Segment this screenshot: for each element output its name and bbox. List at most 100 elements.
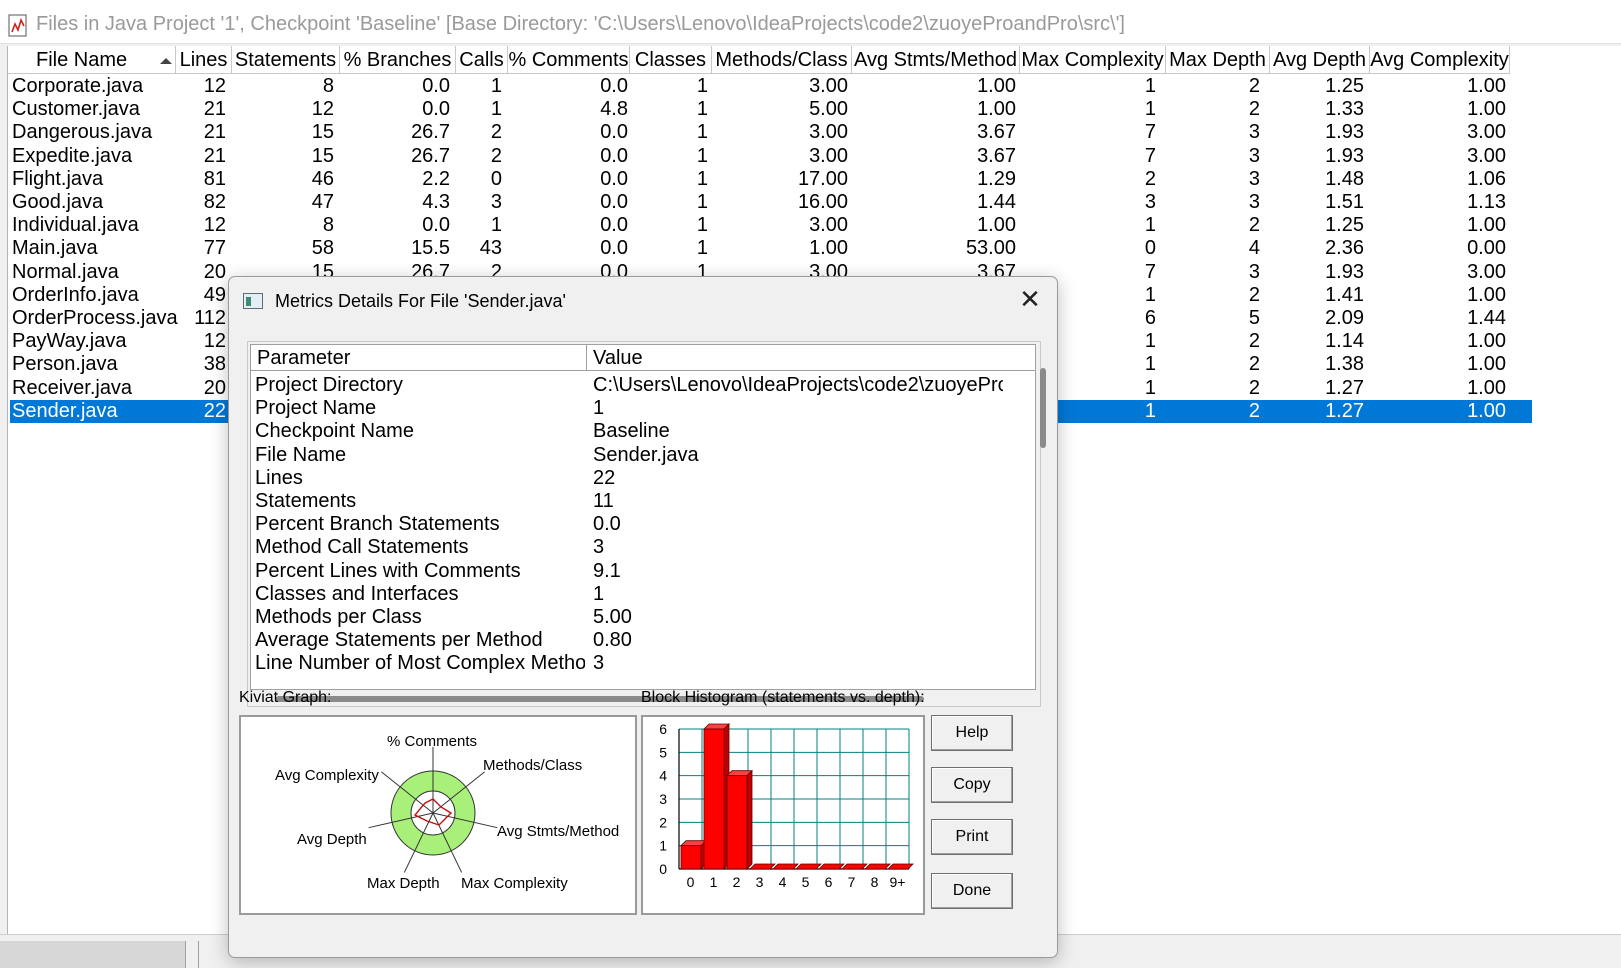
column-header[interactable]: % Comments (508, 46, 630, 74)
table-cell: 15 (311, 121, 334, 144)
table-cell: 1 (696, 214, 708, 237)
histogram-x-tick: 2 (733, 874, 741, 890)
histogram-bar (795, 863, 822, 870)
column-header[interactable]: Statements (232, 46, 340, 74)
table-cell: 1 (490, 75, 502, 97)
histogram-bar (772, 863, 799, 870)
table-cell: 1 (1144, 399, 1156, 422)
parameter-row[interactable]: Statements 11 (251, 489, 1035, 513)
table-cell: 1.00 (977, 75, 1016, 97)
table-cell: 2 (1248, 399, 1260, 422)
table-cell: 3.00 (809, 144, 848, 167)
column-header[interactable]: Avg Stmts/Method (852, 46, 1020, 74)
table-cell: 1 (696, 121, 708, 144)
parameter-row[interactable]: Lines 22 (251, 466, 1035, 490)
vertical-scrollbar-thumb[interactable] (1040, 368, 1046, 448)
table-row[interactable]: Good.java 82 47 4.3 3 0.0 1 16.00 1.44 3 3 1.51 1.13 (10, 191, 1532, 214)
parameter-row[interactable]: Percent Branch Statements 0.0 (251, 512, 1035, 536)
parameter-row[interactable]: Percent Lines with Comments 9.1 (251, 559, 1035, 583)
parameter-name: Statements (255, 490, 357, 512)
histogram-bar (841, 863, 868, 870)
print-button[interactable]: Print (931, 819, 1013, 855)
parameter-value: C:\Users\Lenovo\IdeaProjects\code2\zuoye… (593, 374, 1003, 396)
table-row[interactable]: Dangerous.java 21 15 26.7 2 0.0 1 3.00 3.67 7 3 1.9… (10, 121, 1532, 144)
table-row[interactable]: Corporate.java 12 8 0.0 1 0.0 1 3.00 1.00 1 2 1.25 1… (10, 75, 1532, 98)
table-cell: 1 (696, 167, 708, 190)
column-header[interactable]: Classes (630, 46, 712, 74)
table-cell: 81 (203, 167, 226, 190)
table-cell: 21 (203, 98, 226, 121)
table-cell: 43 (479, 237, 502, 260)
parameter-value: Baseline (593, 420, 670, 443)
table-row[interactable]: Main.java 77 58 15.5 43 0.0 1 1.00 53.00 0 4 2.36 0.… (10, 237, 1532, 260)
table-cell: 3 (1248, 144, 1260, 167)
table-cell: 8 (322, 214, 334, 237)
table-cell: 2 (1248, 376, 1260, 399)
table-cell: 1 (696, 98, 708, 121)
close-button[interactable]: ✕ (1013, 285, 1047, 315)
table-row[interactable]: Customer.java 21 12 0.0 1 4.8 1 5.00 1.00 1 2 1.33 1… (10, 98, 1532, 121)
table-cell: 8 (322, 75, 334, 97)
table-row[interactable]: Individual.java 12 8 0.0 1 0.0 1 3.00 1.00 1 2 1.25… (10, 214, 1532, 237)
param-header-value[interactable]: Value (587, 345, 1035, 371)
parameter-row[interactable]: Classes and Interfaces 1 (251, 582, 1035, 606)
table-cell: 17.00 (797, 167, 848, 190)
histogram-bar (680, 845, 702, 870)
table-cell: 0.0 (600, 121, 628, 144)
help-button[interactable]: Help (931, 715, 1013, 751)
parameter-value: 3 (593, 536, 605, 559)
table-cell: 3.67 (977, 144, 1016, 167)
histogram-x-tick: 8 (871, 874, 879, 890)
column-header[interactable]: Max Depth (1166, 46, 1270, 74)
table-cell: 38 (203, 353, 226, 376)
app-icon (8, 14, 27, 37)
table-cell: 82 (203, 191, 226, 213)
table-cell: 2 (1248, 353, 1260, 376)
column-header[interactable]: Methods/Class (712, 46, 852, 74)
table-cell: 21 (203, 144, 226, 167)
kiviat-axis-label: % Comments (387, 733, 478, 750)
column-header[interactable]: Max Complexity (1020, 46, 1166, 74)
table-row[interactable]: Expedite.java 21 15 26.7 2 0.0 1 3.00 3.67 7 3 1.93… (10, 145, 1532, 168)
histogram-bar (887, 863, 914, 870)
parameter-name: Checkpoint Name (255, 420, 414, 443)
parameter-row[interactable]: File Name Sender.java (251, 443, 1035, 467)
histogram-x-tick: 3 (756, 874, 764, 890)
column-header[interactable]: File Name (8, 46, 176, 74)
parameter-row[interactable]: Methods per Class 5.00 (251, 605, 1035, 629)
parameter-row[interactable]: Checkpoint Name Baseline (251, 419, 1035, 443)
histogram-bar (818, 863, 845, 870)
table-cell: 1.27 (1325, 399, 1364, 422)
kiviat-axis-label: Avg Stmts/Method (497, 823, 620, 840)
table-cell: 2.09 (1325, 307, 1364, 329)
window-title: Files in Java Project '1', Checkpoint 'B… (36, 13, 1125, 35)
done-button[interactable]: Done (931, 873, 1013, 909)
table-cell: 7 (1144, 260, 1156, 283)
parameter-row[interactable]: Project Name 1 (251, 396, 1035, 420)
table-row[interactable]: Flight.java 81 46 2.2 0 0.0 1 17.00 1.29 2 3 1.48 1.… (10, 168, 1532, 191)
column-header[interactable]: Avg Complexity (1370, 46, 1510, 74)
table-cell: 1.51 (1325, 191, 1364, 213)
sort-ascending-icon (160, 58, 172, 64)
parameters-list[interactable]: Parameter Value Project Directory C:\User… (250, 344, 1036, 690)
table-cell: 2 (490, 121, 502, 144)
table-cell: 0.0 (600, 167, 628, 190)
parameter-row[interactable]: Project Directory C:\Users\Lenovo\IdeaPro… (251, 373, 1035, 397)
parameter-row[interactable]: Average Statements per Method 0.80 (251, 628, 1035, 652)
table-cell: 1.00 (809, 237, 848, 260)
histogram-x-tick: 9+ (890, 874, 906, 890)
table-cell: 3 (490, 191, 502, 213)
column-header[interactable]: Lines (176, 46, 232, 74)
param-header-parameter[interactable]: Parameter (251, 345, 587, 371)
column-header[interactable]: % Branches (340, 46, 456, 74)
table-cell: 7 (1144, 121, 1156, 144)
column-header[interactable]: Avg Depth (1270, 46, 1370, 74)
table-cell: 1.27 (1325, 376, 1364, 399)
table-cell: 3.00 (1467, 260, 1506, 283)
table-cell: 49 (203, 283, 226, 306)
table-cell: 3 (1248, 191, 1260, 213)
column-header[interactable]: Calls (456, 46, 508, 74)
parameter-row[interactable]: Line Number of Most Complex Method 3 (251, 651, 1035, 675)
copy-button[interactable]: Copy (931, 767, 1013, 803)
parameter-row[interactable]: Method Call Statements 3 (251, 535, 1035, 559)
